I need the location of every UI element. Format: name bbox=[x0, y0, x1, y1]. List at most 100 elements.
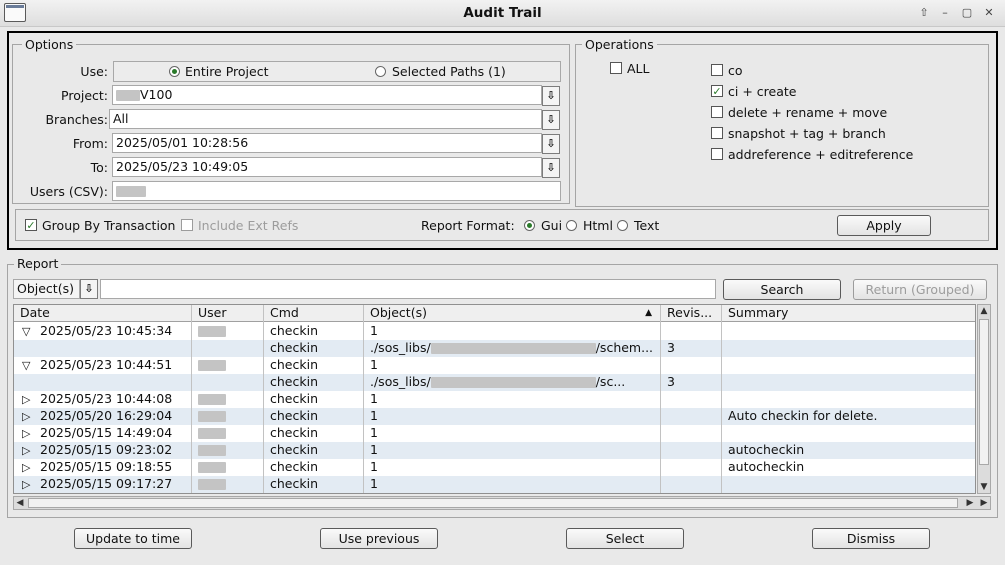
redacted-mask bbox=[198, 445, 226, 456]
user-cell bbox=[192, 323, 264, 340]
format-gui-label[interactable]: Gui bbox=[541, 218, 562, 233]
selected-paths-radio[interactable] bbox=[375, 66, 386, 77]
summary-cell bbox=[722, 374, 975, 391]
minimize-icon[interactable]: – bbox=[937, 5, 953, 21]
cmd-cell: checkin bbox=[270, 425, 318, 440]
table-row[interactable]: ▽ 2025/05/23 10:44:51 checkin 1 bbox=[14, 357, 975, 374]
user-cell bbox=[192, 442, 264, 459]
use-previous-button[interactable]: Use previous bbox=[320, 528, 438, 549]
filter-dropdown-button[interactable] bbox=[80, 279, 98, 299]
to-dropdown-button[interactable] bbox=[542, 158, 560, 178]
shade-icon[interactable]: ⇧ bbox=[916, 5, 932, 21]
project-dropdown-button[interactable] bbox=[542, 86, 560, 106]
column-header-cmd[interactable]: Cmd bbox=[264, 305, 364, 322]
search-input[interactable] bbox=[100, 279, 716, 299]
objects-cell: 1 bbox=[364, 442, 661, 459]
branches-dropdown-button[interactable] bbox=[542, 110, 560, 130]
table-row[interactable]: ▷ 2025/05/15 09:17:27 checkin 1 bbox=[14, 476, 975, 493]
objects-value: 1 bbox=[370, 357, 378, 372]
scroll-left-icon[interactable]: ◀ bbox=[14, 497, 26, 509]
objects-value: 1 bbox=[370, 323, 378, 338]
date-cell: ▽ 2025/05/23 10:45:34 bbox=[14, 323, 192, 340]
expand-icon[interactable]: ▷ bbox=[22, 426, 40, 442]
table-row[interactable]: ▷ 2025/05/15 09:23:02 checkin 1 autocheckin bbox=[14, 442, 975, 459]
addreference-editreference-checkbox[interactable] bbox=[711, 148, 723, 160]
user-cell bbox=[192, 340, 264, 357]
table-row[interactable]: ▷ 2025/05/23 10:44:08 checkin 1 bbox=[14, 391, 975, 408]
objects-cell: 1 bbox=[364, 357, 661, 374]
expand-icon[interactable]: ▷ bbox=[22, 460, 40, 476]
all-checkbox[interactable] bbox=[610, 62, 622, 74]
table-row[interactable]: ▷ 2025/05/20 16:29:04 checkin 1 Auto checkin… bbox=[14, 408, 975, 425]
group-by-transaction-checkbox[interactable]: ✓ bbox=[25, 219, 37, 231]
objects-value: 1 bbox=[370, 425, 378, 440]
apply-button[interactable]: Apply bbox=[837, 215, 931, 236]
co-label[interactable]: co bbox=[728, 63, 743, 78]
return-grouped-button[interactable]: Return (Grouped) bbox=[853, 279, 987, 300]
dismiss-button[interactable]: Dismiss bbox=[812, 528, 930, 549]
filter-select[interactable]: Object(s) bbox=[13, 279, 80, 299]
format-text-radio[interactable] bbox=[617, 220, 628, 231]
collapse-icon[interactable]: ▽ bbox=[22, 358, 40, 374]
close-icon[interactable]: ✕ bbox=[981, 5, 997, 21]
column-header-user[interactable]: User bbox=[192, 305, 264, 322]
scroll-down-icon[interactable]: ▼ bbox=[978, 481, 990, 493]
branches-field[interactable]: All bbox=[109, 109, 542, 129]
ci-create-label[interactable]: ci + create bbox=[728, 84, 796, 99]
users-field[interactable] bbox=[112, 181, 561, 201]
table-row[interactable]: checkin ./sos_libs/ /sc... 3 bbox=[14, 374, 975, 391]
revision-cell bbox=[661, 391, 722, 408]
table-row[interactable]: ▽ 2025/05/23 10:45:34 checkin 1 bbox=[14, 323, 975, 340]
group-by-transaction-label[interactable]: Group By Transaction bbox=[42, 218, 175, 233]
format-gui-radio[interactable] bbox=[524, 220, 535, 231]
co-checkbox[interactable] bbox=[711, 64, 723, 76]
user-cell bbox=[192, 357, 264, 374]
column-header-objects[interactable]: Object(s) ▲ bbox=[364, 305, 661, 322]
vertical-scroll-thumb[interactable] bbox=[979, 319, 989, 465]
format-html-radio[interactable] bbox=[566, 220, 577, 231]
ci-create-checkbox[interactable]: ✓ bbox=[711, 85, 723, 97]
scroll-right-icon[interactable]: ▶ bbox=[964, 497, 976, 509]
scroll-up-icon[interactable]: ▲ bbox=[978, 305, 990, 317]
table-row[interactable]: ▷ 2025/05/15 09:18:55 checkin 1 autocheckin bbox=[14, 459, 975, 476]
from-field[interactable]: 2025/05/01 10:28:56 bbox=[112, 133, 542, 153]
from-dropdown-button[interactable] bbox=[542, 134, 560, 154]
vertical-scrollbar[interactable]: ▲ ▼ bbox=[977, 304, 991, 494]
to-field[interactable]: 2025/05/23 10:49:05 bbox=[112, 157, 542, 177]
collapse-icon[interactable]: ▽ bbox=[22, 324, 40, 340]
table-row[interactable]: checkin ./sos_libs/ /schem... 3 bbox=[14, 340, 975, 357]
selected-paths-label[interactable]: Selected Paths (1) bbox=[392, 64, 506, 79]
include-ext-refs-checkbox[interactable] bbox=[181, 219, 193, 231]
update-to-time-button[interactable]: Update to time bbox=[74, 528, 192, 549]
search-button[interactable]: Search bbox=[723, 279, 841, 300]
entire-project-label[interactable]: Entire Project bbox=[185, 64, 269, 79]
snapshot-tag-branch-checkbox[interactable] bbox=[711, 127, 723, 139]
horizontal-scrollbar[interactable]: ◀ ▶ ▶ bbox=[13, 496, 991, 510]
table-row[interactable]: ▷ 2025/05/15 14:49:04 checkin 1 bbox=[14, 425, 975, 442]
expand-icon[interactable]: ▷ bbox=[22, 443, 40, 459]
revision-cell bbox=[661, 408, 722, 425]
user-cell bbox=[192, 476, 264, 493]
include-ext-refs-label[interactable]: Include Ext Refs bbox=[198, 218, 298, 233]
format-text-label[interactable]: Text bbox=[634, 218, 659, 233]
addreference-editreference-label[interactable]: addreference + editreference bbox=[728, 147, 913, 162]
date-value: 2025/05/23 10:44:51 bbox=[40, 357, 173, 372]
expand-icon[interactable]: ▷ bbox=[22, 477, 40, 493]
column-header-revision[interactable]: Revis... bbox=[661, 305, 722, 322]
redacted-mask bbox=[116, 186, 146, 197]
horizontal-scroll-thumb[interactable] bbox=[28, 498, 958, 508]
maximize-icon[interactable]: ▢ bbox=[959, 5, 975, 21]
all-label[interactable]: ALL bbox=[627, 61, 649, 76]
expand-icon[interactable]: ▷ bbox=[22, 409, 40, 425]
project-field[interactable]: V100 bbox=[112, 85, 542, 105]
format-html-label[interactable]: Html bbox=[583, 218, 613, 233]
column-header-summary[interactable]: Summary bbox=[722, 305, 975, 322]
column-header-date[interactable]: Date bbox=[14, 305, 192, 322]
snapshot-tag-branch-label[interactable]: snapshot + tag + branch bbox=[728, 126, 886, 141]
delete-rename-move-label[interactable]: delete + rename + move bbox=[728, 105, 887, 120]
delete-rename-move-checkbox[interactable] bbox=[711, 106, 723, 118]
expand-icon[interactable]: ▷ bbox=[22, 392, 40, 408]
select-button[interactable]: Select bbox=[566, 528, 684, 549]
scroll-right-end-icon[interactable]: ▶ bbox=[978, 497, 990, 509]
entire-project-radio[interactable] bbox=[169, 66, 180, 77]
